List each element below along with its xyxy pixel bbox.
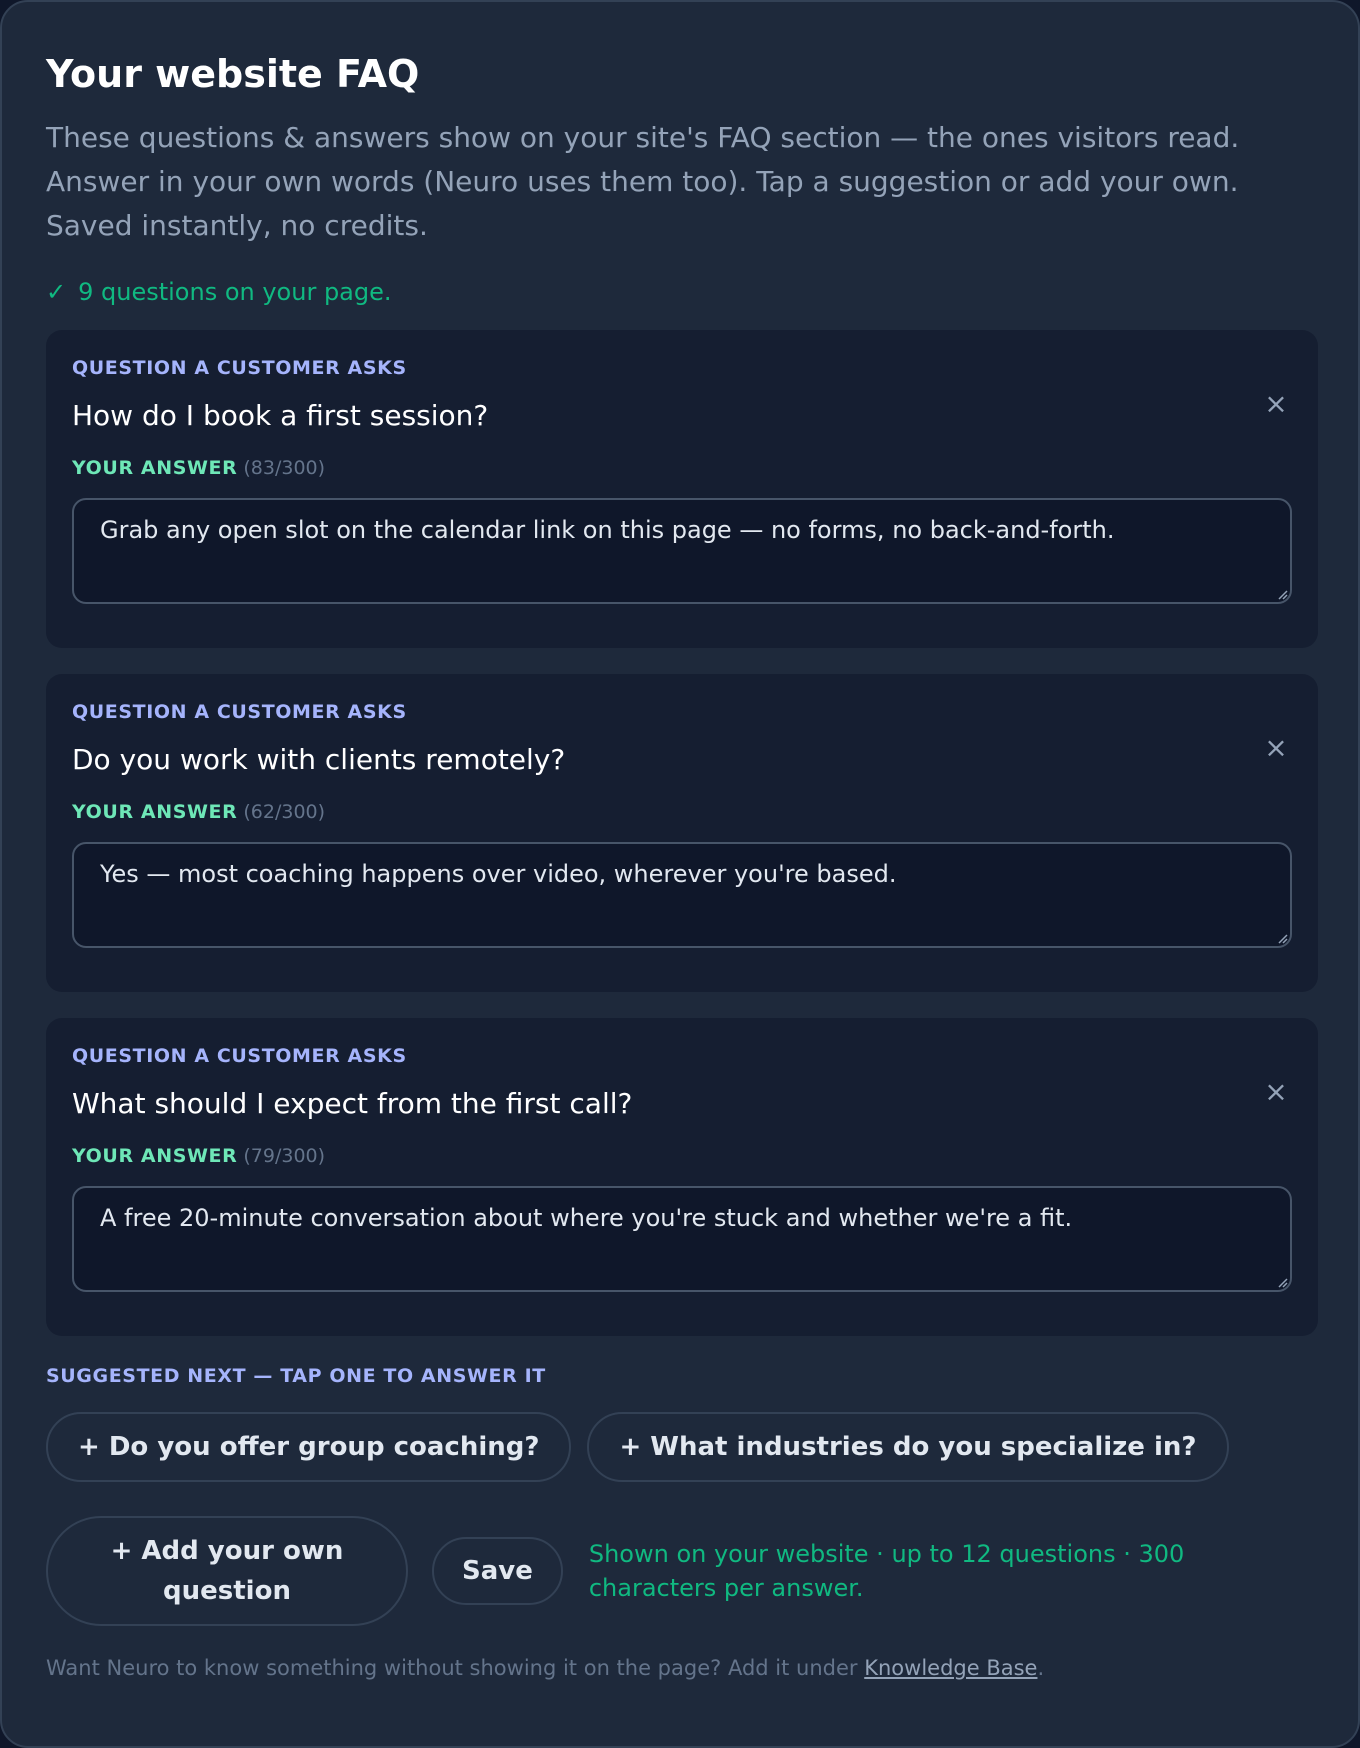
answer-label-text: YOUR ANSWER — [72, 1145, 238, 1167]
resize-grip-icon[interactable] — [1274, 930, 1288, 944]
add-question-button[interactable]: + Add your own question — [46, 1516, 408, 1626]
knowledge-base-link[interactable]: Knowledge Base — [864, 1656, 1037, 1680]
answer-textarea[interactable]: Yes — most coaching happens over video, … — [72, 842, 1292, 948]
remove-question-close-icon[interactable]: × — [1258, 1074, 1294, 1110]
page-title: Your website FAQ — [46, 52, 420, 96]
resize-grip-icon[interactable] — [1274, 586, 1288, 600]
suggestion-chip-industries[interactable]: + What industries do you specialize in? — [587, 1412, 1229, 1482]
question-text[interactable]: How do I book a first session? — [72, 394, 1292, 438]
intro-text: These questions & answers show on your s… — [46, 121, 1240, 242]
question-label: QUESTION A CUSTOMER ASKS — [72, 1045, 407, 1067]
faq-card: QUESTION A CUSTOMER ASKS How do I book a… — [46, 330, 1318, 648]
answer-textarea[interactable]: A free 20-minute conversation about wher… — [72, 1186, 1292, 1292]
answer-label-text: YOUR ANSWER — [72, 457, 238, 479]
resize-grip-icon[interactable] — [1274, 1274, 1288, 1288]
footer-end: . — [1037, 1656, 1045, 1680]
answer-text: A free 20-minute conversation about wher… — [100, 1204, 1073, 1232]
faq-panel: Your website FAQ These questions & answe… — [0, 0, 1360, 1748]
suggestion-chips: + Do you offer group coaching? + What in… — [46, 1412, 1314, 1482]
question-text[interactable]: What should I expect from the first call… — [72, 1082, 1292, 1126]
limits-note: Shown on your website · up to 12 questio… — [588, 1540, 1185, 1602]
character-count: (62/300) — [243, 801, 326, 823]
faq-card: QUESTION A CUSTOMER ASKS Do you work wit… — [46, 674, 1318, 992]
answer-label: YOUR ANSWER (83/300) — [72, 454, 1292, 482]
save-button[interactable]: Save — [432, 1537, 563, 1605]
remove-question-close-icon[interactable]: × — [1258, 386, 1294, 422]
footer-text: Want Neuro to know something without sho… — [46, 1656, 865, 1680]
question-label: QUESTION A CUSTOMER ASKS — [72, 357, 407, 379]
suggestion-chip-group-coaching[interactable]: + Do you offer group coaching? — [46, 1412, 572, 1482]
question-text[interactable]: Do you work with clients remotely? — [72, 738, 1292, 782]
faq-list: QUESTION A CUSTOMER ASKS How do I book a… — [46, 330, 1318, 1336]
check-icon: ✓ — [46, 278, 67, 306]
answer-label: YOUR ANSWER (79/300) — [72, 1142, 1292, 1170]
status-message: ✓ 9 questions on your page. — [46, 274, 1314, 310]
remove-question-close-icon[interactable]: × — [1258, 730, 1294, 766]
status-text: 9 questions on your page. — [78, 278, 392, 306]
answer-text: Grab any open slot on the calendar link … — [100, 516, 1115, 544]
character-count: (83/300) — [243, 457, 326, 479]
footer-hint: Want Neuro to know something without sho… — [46, 1652, 1314, 1684]
answer-textarea[interactable]: Grab any open slot on the calendar link … — [72, 498, 1292, 604]
question-label: QUESTION A CUSTOMER ASKS — [72, 701, 407, 723]
suggestions-label: SUGGESTED NEXT — TAP ONE TO ANSWER IT — [46, 1365, 546, 1387]
character-count: (79/300) — [243, 1145, 326, 1167]
answer-label-text: YOUR ANSWER — [72, 801, 238, 823]
faq-card: QUESTION A CUSTOMER ASKS What should I e… — [46, 1018, 1318, 1336]
answer-label: YOUR ANSWER (62/300) — [72, 798, 1292, 826]
actions-row: + Add your own question Save Shown on yo… — [46, 1516, 1314, 1626]
answer-text: Yes — most coaching happens over video, … — [100, 860, 897, 888]
